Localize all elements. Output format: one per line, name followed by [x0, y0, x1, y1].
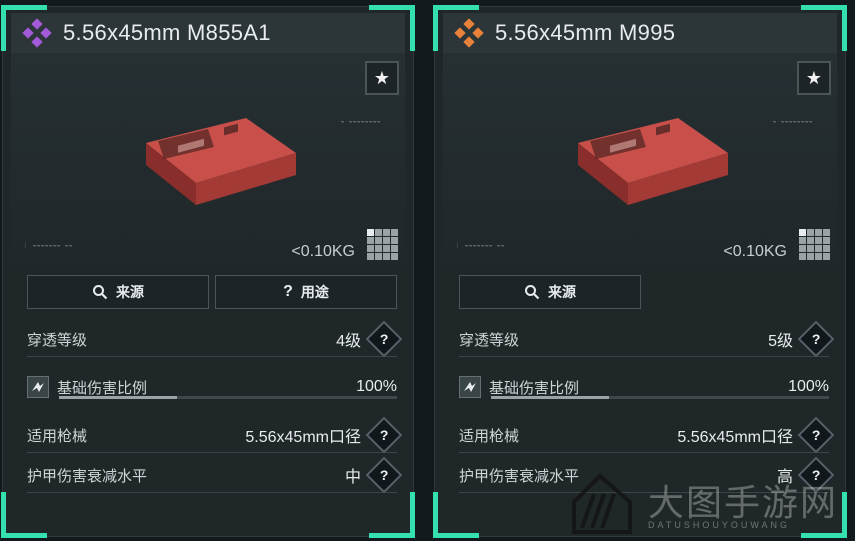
stat-value: 100% — [788, 378, 829, 395]
source-button[interactable]: 来源 — [27, 275, 209, 309]
favorite-button[interactable]: ★ — [797, 61, 831, 95]
item-title: 5.56x45mm M995 — [495, 20, 676, 45]
diamond-cluster-icon — [19, 15, 55, 51]
damage-ratio-fill — [59, 396, 178, 399]
watermark: 大图手游网 DATUSHOUYOUWANG — [568, 470, 855, 538]
item-title: 5.56x45mm M855A1 — [63, 20, 271, 45]
stat-label: 护甲伤害衰减水平 — [27, 467, 148, 485]
decor-text: ▏ ▬▬▬▬▬▬▬ ▬▬ — [25, 243, 74, 249]
help-button[interactable]: ? — [797, 416, 835, 454]
search-icon — [93, 285, 108, 300]
question-icon: ? — [379, 427, 389, 443]
corner-accent — [1, 492, 47, 538]
question-icon: ? — [811, 427, 821, 443]
stat-weapon: 适用枪械 5.56x45mm口径 ? — [27, 416, 403, 454]
favorite-button[interactable]: ★ — [365, 61, 399, 95]
source-button[interactable]: 来源 — [459, 275, 641, 309]
divider — [459, 452, 829, 453]
stat-label: 穿透等级 — [459, 331, 520, 349]
stat-value: 5.56x45mm口径 — [677, 429, 793, 446]
stat-label: 适用枪械 — [459, 427, 520, 445]
stat-penetration: 穿透等级 5级 ? — [459, 320, 835, 358]
search-icon — [525, 285, 540, 300]
action-buttons: 来源 — [459, 275, 829, 309]
decor-text: ▬ ▬▬▬▬▬▬▬▬ — [773, 119, 814, 125]
damage-ratio-fill — [491, 396, 610, 399]
item-preview: ▬ ▬▬▬▬▬▬▬▬ ▏ ▬▬▬▬▬▬▬ ▬▬ ★ <0.10KG — [11, 53, 405, 265]
stat-penetration: 穿透等级 4级 ? — [27, 320, 403, 358]
divider — [27, 492, 397, 493]
diamond-cluster-icon — [451, 15, 487, 51]
corner-accent — [369, 492, 415, 538]
ammo-box-image — [146, 118, 296, 205]
item-weight: <0.10KG — [291, 243, 355, 260]
watermark-text: 大图手游网 — [648, 483, 839, 524]
watermark-subtext: DATUSHOUYOUWANG — [648, 520, 791, 530]
divider — [27, 356, 397, 357]
usage-button-label: 用途 — [300, 284, 329, 300]
stat-weapon: 适用枪械 5.56x45mm口径 ? — [459, 416, 835, 454]
stat-label: 适用枪械 — [27, 427, 88, 445]
watermark-logo-icon — [572, 473, 632, 534]
help-button[interactable]: ? — [797, 320, 835, 358]
decor-text: ▏ ▬▬▬▬▬▬▬ ▬▬ — [457, 243, 506, 249]
size-grid-icon — [799, 229, 830, 260]
damage-ratio-bar — [59, 396, 397, 399]
help-button[interactable]: ? — [365, 320, 403, 358]
stat-label: 穿透等级 — [27, 331, 88, 349]
help-button[interactable]: ? — [365, 416, 403, 454]
stat-value: 5级 — [768, 333, 793, 350]
star-icon: ★ — [805, 67, 823, 88]
action-buttons: 来源 ? 用途 — [27, 275, 397, 309]
source-button-label: 来源 — [548, 284, 576, 300]
stat-damage-ratio: 基础伤害比例 100% — [459, 369, 829, 405]
stat-value: 4级 — [336, 333, 361, 350]
item-card-m855a1: 5.56x45mm M855A1 ▬ ▬▬▬▬▬▬▬▬ ▏ ▬▬▬▬▬▬▬ ▬▬… — [1, 5, 415, 538]
question-icon: ? — [379, 331, 389, 347]
size-grid-icon — [367, 229, 398, 260]
title-bar: 5.56x45mm M855A1 — [11, 13, 405, 53]
question-icon: ? — [811, 331, 821, 347]
item-card-m995: 5.56x45mm M995 ▬ ▬▬▬▬▬▬▬▬ ▏ ▬▬▬▬▬▬▬ ▬▬ ★… — [433, 5, 847, 538]
divider — [27, 452, 397, 453]
item-preview: ▬ ▬▬▬▬▬▬▬▬ ▏ ▬▬▬▬▬▬▬ ▬▬ ★ <0.10KG — [443, 53, 837, 265]
question-icon: ? — [283, 283, 293, 300]
stat-label: 基础伤害比例 — [489, 379, 580, 397]
star-icon: ★ — [373, 67, 391, 88]
stat-damage-ratio: 基础伤害比例 100% — [27, 369, 397, 405]
stat-label: 基础伤害比例 — [57, 379, 148, 397]
question-icon: ? — [379, 467, 389, 483]
damage-icon — [27, 376, 49, 398]
decor-text: ▬ ▬▬▬▬▬▬▬▬ — [341, 119, 382, 125]
stat-value: 100% — [356, 378, 397, 395]
damage-ratio-bar — [491, 396, 829, 399]
stat-value: 5.56x45mm口径 — [245, 429, 361, 446]
source-button-label: 来源 — [116, 284, 144, 300]
corner-accent — [433, 492, 479, 538]
usage-button[interactable]: ? 用途 — [215, 275, 397, 309]
help-button[interactable]: ? — [365, 456, 403, 494]
divider — [459, 356, 829, 357]
ammo-box-image — [578, 118, 728, 205]
item-weight: <0.10KG — [723, 243, 787, 260]
title-bar: 5.56x45mm M995 — [443, 13, 837, 53]
stat-armor-decay: 护甲伤害衰减水平 中 ? — [27, 456, 403, 494]
damage-icon — [459, 376, 481, 398]
stat-value: 中 — [344, 469, 361, 486]
